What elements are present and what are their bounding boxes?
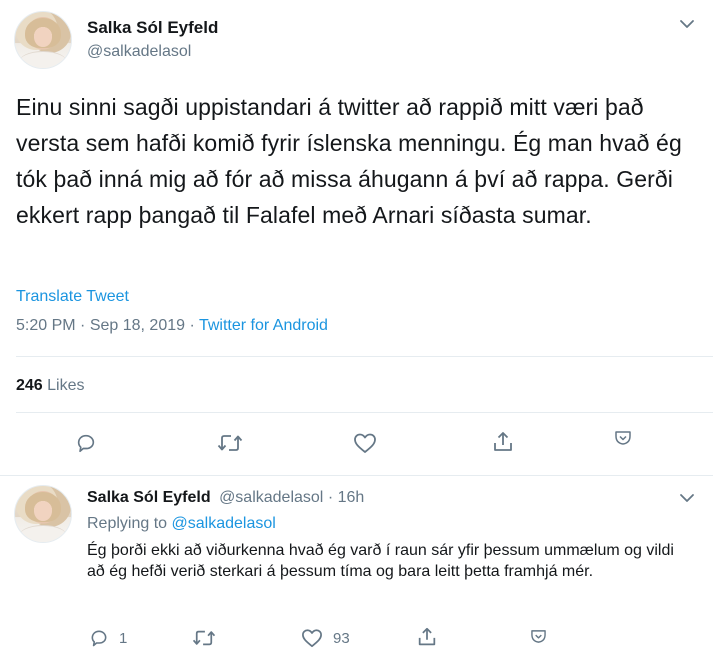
replying-to: Replying to @salkadelasol bbox=[87, 515, 276, 533]
reply-count: 1 bbox=[119, 629, 128, 647]
reply-text: Ég þorði ekki að viðurkenna hvað ég varð… bbox=[87, 542, 674, 580]
translate-tweet-link[interactable]: Translate Tweet bbox=[16, 288, 129, 306]
share-upload-icon bbox=[494, 432, 512, 451]
tweet-source-link[interactable]: Twitter for Android bbox=[199, 317, 328, 334]
retweet-arrows-icon bbox=[192, 630, 216, 646]
chevron-down-icon[interactable] bbox=[678, 18, 696, 30]
avatar[interactable] bbox=[14, 11, 72, 69]
tweet-text: Einu sinni sagði uppistandari á twitter … bbox=[16, 94, 682, 228]
reply-reply-button[interactable]: 1 bbox=[89, 628, 127, 648]
heart-icon bbox=[354, 433, 376, 453]
heart-icon bbox=[302, 629, 322, 648]
reply-avatar[interactable] bbox=[14, 485, 72, 543]
reply-share-button[interactable] bbox=[416, 626, 438, 648]
speech-bubble-icon bbox=[77, 434, 95, 453]
reply-author-display-name[interactable]: Salka Sól Eyfeld bbox=[87, 489, 211, 506]
main-tweet: Salka Sól Eyfeld @salkadelasol Einu sinn… bbox=[0, 0, 713, 476]
reply-like-button[interactable]: 93 bbox=[301, 628, 350, 648]
bookmark-chevron-icon bbox=[615, 431, 631, 445]
tweet-metadata: 5:20 PM · Sep 18, 2019 · Twitter for And… bbox=[16, 317, 328, 335]
reply-author-handle[interactable]: @salkadelasol bbox=[219, 489, 323, 506]
speech-bubble-icon bbox=[91, 630, 107, 647]
author-display-name[interactable]: Salka Sól Eyfeld bbox=[87, 18, 218, 38]
reply-button[interactable] bbox=[75, 432, 97, 454]
divider bbox=[16, 412, 713, 413]
share-button[interactable] bbox=[491, 430, 515, 454]
bookmark-chevron-icon bbox=[531, 630, 546, 643]
tweet-time[interactable]: 5:20 PM bbox=[16, 317, 76, 334]
author-handle[interactable]: @salkadelasol bbox=[87, 43, 191, 61]
bookmark-button[interactable] bbox=[614, 430, 632, 446]
retweet-arrows-icon bbox=[217, 435, 243, 451]
meta-separator: · bbox=[189, 317, 195, 334]
reply-age[interactable]: 16h bbox=[338, 489, 365, 506]
likes-stat[interactable]: 246 Likes bbox=[16, 377, 85, 395]
reply-header: Salka Sól Eyfeld @salkadelasol · 16h bbox=[87, 489, 364, 507]
reply-bookmark-button[interactable] bbox=[530, 629, 547, 644]
reply-retweet-button[interactable] bbox=[192, 628, 216, 648]
divider bbox=[16, 356, 713, 357]
likes-label: Likes bbox=[47, 377, 85, 394]
tweet-separator bbox=[0, 475, 713, 476]
meta-separator: · bbox=[80, 317, 86, 334]
retweet-button[interactable] bbox=[217, 432, 243, 454]
replying-prefix: Replying to bbox=[87, 515, 168, 532]
like-button[interactable] bbox=[353, 432, 377, 454]
reply-separator: · bbox=[327, 489, 334, 506]
like-count: 93 bbox=[333, 629, 350, 647]
tweet-date[interactable]: Sep 18, 2019 bbox=[90, 317, 185, 334]
replying-to-handle-link[interactable]: @salkadelasol bbox=[172, 515, 276, 532]
share-upload-icon bbox=[418, 627, 436, 646]
chevron-down-icon[interactable] bbox=[678, 492, 696, 504]
likes-count: 246 bbox=[16, 377, 43, 394]
